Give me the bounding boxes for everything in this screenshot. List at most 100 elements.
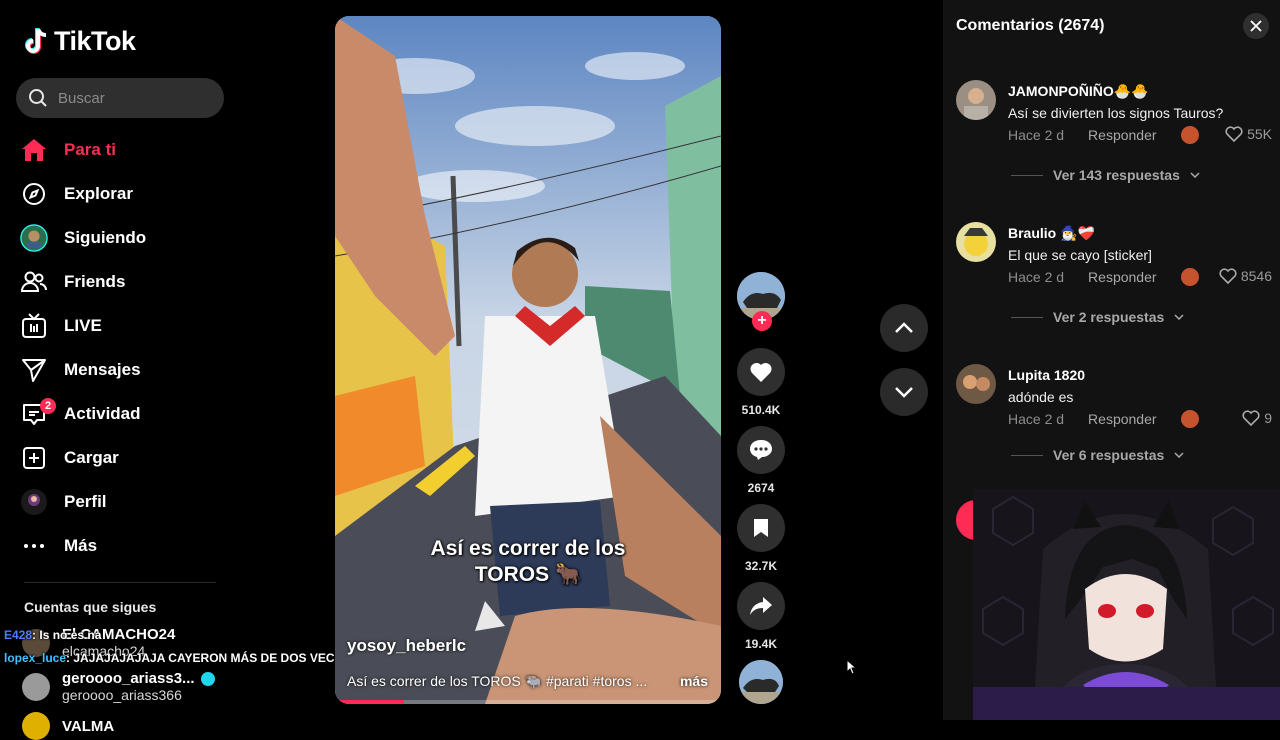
following-avatar-icon bbox=[20, 224, 48, 252]
more-link[interactable]: más bbox=[680, 673, 708, 690]
progress-fill bbox=[335, 700, 405, 704]
video-player[interactable]: Así es correr de los TOROS 🐂 yosoy_heber… bbox=[335, 16, 721, 704]
account-name: geroooo_ariass3... bbox=[62, 670, 195, 687]
comment-like-button[interactable]: 55K bbox=[1225, 126, 1272, 142]
video-frame bbox=[335, 16, 721, 704]
view-replies-button[interactable]: Ver 143 respuestas bbox=[1011, 167, 1200, 183]
commenter-avatar[interactable] bbox=[956, 222, 996, 262]
comment-text: El que se cayo [sticker] bbox=[1008, 247, 1152, 263]
nav-item-mensajes[interactable]: Mensajes bbox=[20, 348, 220, 392]
account-name: VALMA bbox=[62, 717, 115, 735]
send-icon bbox=[20, 356, 48, 384]
nav-item-cargar[interactable]: Cargar bbox=[20, 436, 220, 480]
music-disc[interactable] bbox=[739, 660, 783, 704]
comment-text: Así se divierten los signos Tauros? bbox=[1008, 105, 1224, 121]
nav-label: Explorar bbox=[64, 184, 133, 203]
search-box[interactable] bbox=[16, 78, 224, 118]
comment-like-button[interactable]: 8546 bbox=[1219, 268, 1272, 284]
commenter-avatar[interactable] bbox=[956, 80, 996, 120]
comment-button[interactable] bbox=[737, 426, 785, 474]
next-video-button[interactable] bbox=[880, 368, 928, 416]
live-tv-icon bbox=[20, 312, 48, 340]
heart-outline-icon bbox=[1225, 126, 1243, 142]
comment-like-button[interactable]: 9 bbox=[1242, 410, 1272, 426]
video-progress-bar[interactable] bbox=[335, 700, 721, 704]
commenter-name[interactable]: Lupita 1820 bbox=[1008, 367, 1085, 383]
nav-item-mas[interactable]: Más bbox=[20, 524, 220, 568]
sidebar-divider bbox=[24, 582, 216, 583]
nav-label: Actividad bbox=[64, 404, 141, 423]
account-handle: geroooo_ariass366 bbox=[62, 687, 182, 703]
divider-line bbox=[1011, 454, 1043, 456]
nav-item-friends[interactable]: Friends bbox=[20, 260, 220, 304]
like-button[interactable] bbox=[737, 348, 785, 396]
reply-button[interactable]: Responder bbox=[1088, 411, 1157, 427]
caption-line: Así es correr de los bbox=[430, 537, 626, 560]
comment-meta: Hace 2 d Responder bbox=[1008, 269, 1157, 285]
nav-item-perfil[interactable]: Perfil bbox=[20, 480, 220, 524]
heart-outline-icon bbox=[1219, 268, 1237, 284]
following-account[interactable]: geroooo_ariass3... geroooo_ariass366 bbox=[22, 670, 215, 703]
notification-badge: 2 bbox=[40, 398, 56, 414]
mouse-cursor-icon bbox=[846, 659, 858, 675]
heart-icon bbox=[750, 362, 772, 382]
previous-video-button[interactable] bbox=[880, 304, 928, 352]
comment-text: adónde es bbox=[1008, 389, 1074, 405]
video-description: Así es correr de los TOROS 🐃 #parati #to… bbox=[347, 673, 712, 690]
nav-label: Perfil bbox=[64, 492, 107, 511]
commenter-name[interactable]: Braulio 🧙‍♂️❤️‍🩹 bbox=[1008, 225, 1095, 242]
caption-line: TOROS 🐂 bbox=[474, 563, 582, 586]
nav-item-live[interactable]: LIVE bbox=[20, 304, 220, 348]
chevron-down-icon bbox=[1174, 314, 1184, 320]
tiktok-logo[interactable]: TikTok bbox=[24, 26, 136, 57]
nav-label: Cargar bbox=[64, 448, 119, 467]
divider-line bbox=[1011, 316, 1043, 318]
view-replies-button[interactable]: Ver 2 respuestas bbox=[1011, 309, 1184, 325]
share-button[interactable] bbox=[737, 582, 785, 630]
video-author[interactable]: yosoy_heberlc bbox=[347, 636, 466, 656]
brand-name: TikTok bbox=[54, 26, 136, 56]
commenter-avatar[interactable] bbox=[956, 364, 996, 404]
comment-meta: Hace 2 d Responder bbox=[1008, 127, 1157, 143]
comments-count: (2674) bbox=[1058, 17, 1105, 34]
commenter-name[interactable]: JAMONPOÑIÑO🐣🐣 bbox=[1008, 83, 1149, 100]
reply-button[interactable]: Responder bbox=[1088, 127, 1157, 143]
comment-like-count: 9 bbox=[1264, 410, 1272, 426]
nav-label: LIVE bbox=[64, 316, 102, 335]
follow-plus-button[interactable]: + bbox=[752, 311, 772, 331]
following-account[interactable]: VALMA bbox=[22, 712, 114, 740]
close-icon bbox=[1250, 20, 1262, 32]
creator-liked-avatar bbox=[1181, 410, 1199, 428]
nav-item-siguiendo[interactable]: Siguiendo bbox=[20, 216, 220, 260]
comment-meta: Hace 2 d Responder bbox=[1008, 411, 1157, 427]
comments-header: Comentarios (2674) bbox=[956, 17, 1105, 35]
profile-avatar-icon bbox=[20, 488, 48, 516]
home-icon bbox=[20, 136, 48, 164]
view-replies-label: Ver 2 respuestas bbox=[1053, 309, 1165, 325]
following-section-title: Cuentas que sigues bbox=[24, 599, 157, 615]
video-caption-overlay: Así es correr de los TOROS 🐂 bbox=[335, 536, 721, 588]
chat-overlay-line: E428: Is no es na bbox=[4, 628, 101, 642]
chevron-down-icon bbox=[1190, 172, 1200, 178]
comments-title: Comentarios bbox=[956, 17, 1054, 34]
left-sidebar: TikTok Para ti Explorar Siguiendo bbox=[0, 0, 351, 740]
view-replies-button[interactable]: Ver 6 respuestas bbox=[1011, 447, 1184, 463]
search-input[interactable] bbox=[58, 89, 208, 107]
nav-item-explorar[interactable]: Explorar bbox=[20, 172, 220, 216]
reply-button[interactable]: Responder bbox=[1088, 269, 1157, 285]
main-nav: Para ti Explorar Siguiendo Friends LIVE bbox=[20, 128, 220, 568]
description-text: Así es correr de los TOROS 🐃 #parati #to… bbox=[347, 673, 648, 689]
nav-item-para-ti[interactable]: Para ti bbox=[20, 128, 220, 172]
chevron-down-icon bbox=[895, 387, 913, 398]
chat-username: E428 bbox=[4, 628, 33, 642]
upload-plus-icon bbox=[20, 444, 48, 472]
verified-badge-icon bbox=[200, 672, 215, 687]
nav-label: Para ti bbox=[64, 140, 116, 159]
nav-item-actividad[interactable]: 2 Actividad bbox=[20, 392, 220, 436]
bookmark-icon bbox=[754, 519, 768, 537]
save-button[interactable] bbox=[737, 504, 785, 552]
close-comments-button[interactable] bbox=[1243, 13, 1269, 39]
comment-like-count: 8546 bbox=[1240, 268, 1272, 284]
comment-count: 2674 bbox=[747, 481, 775, 495]
view-replies-label: Ver 6 respuestas bbox=[1053, 447, 1165, 463]
